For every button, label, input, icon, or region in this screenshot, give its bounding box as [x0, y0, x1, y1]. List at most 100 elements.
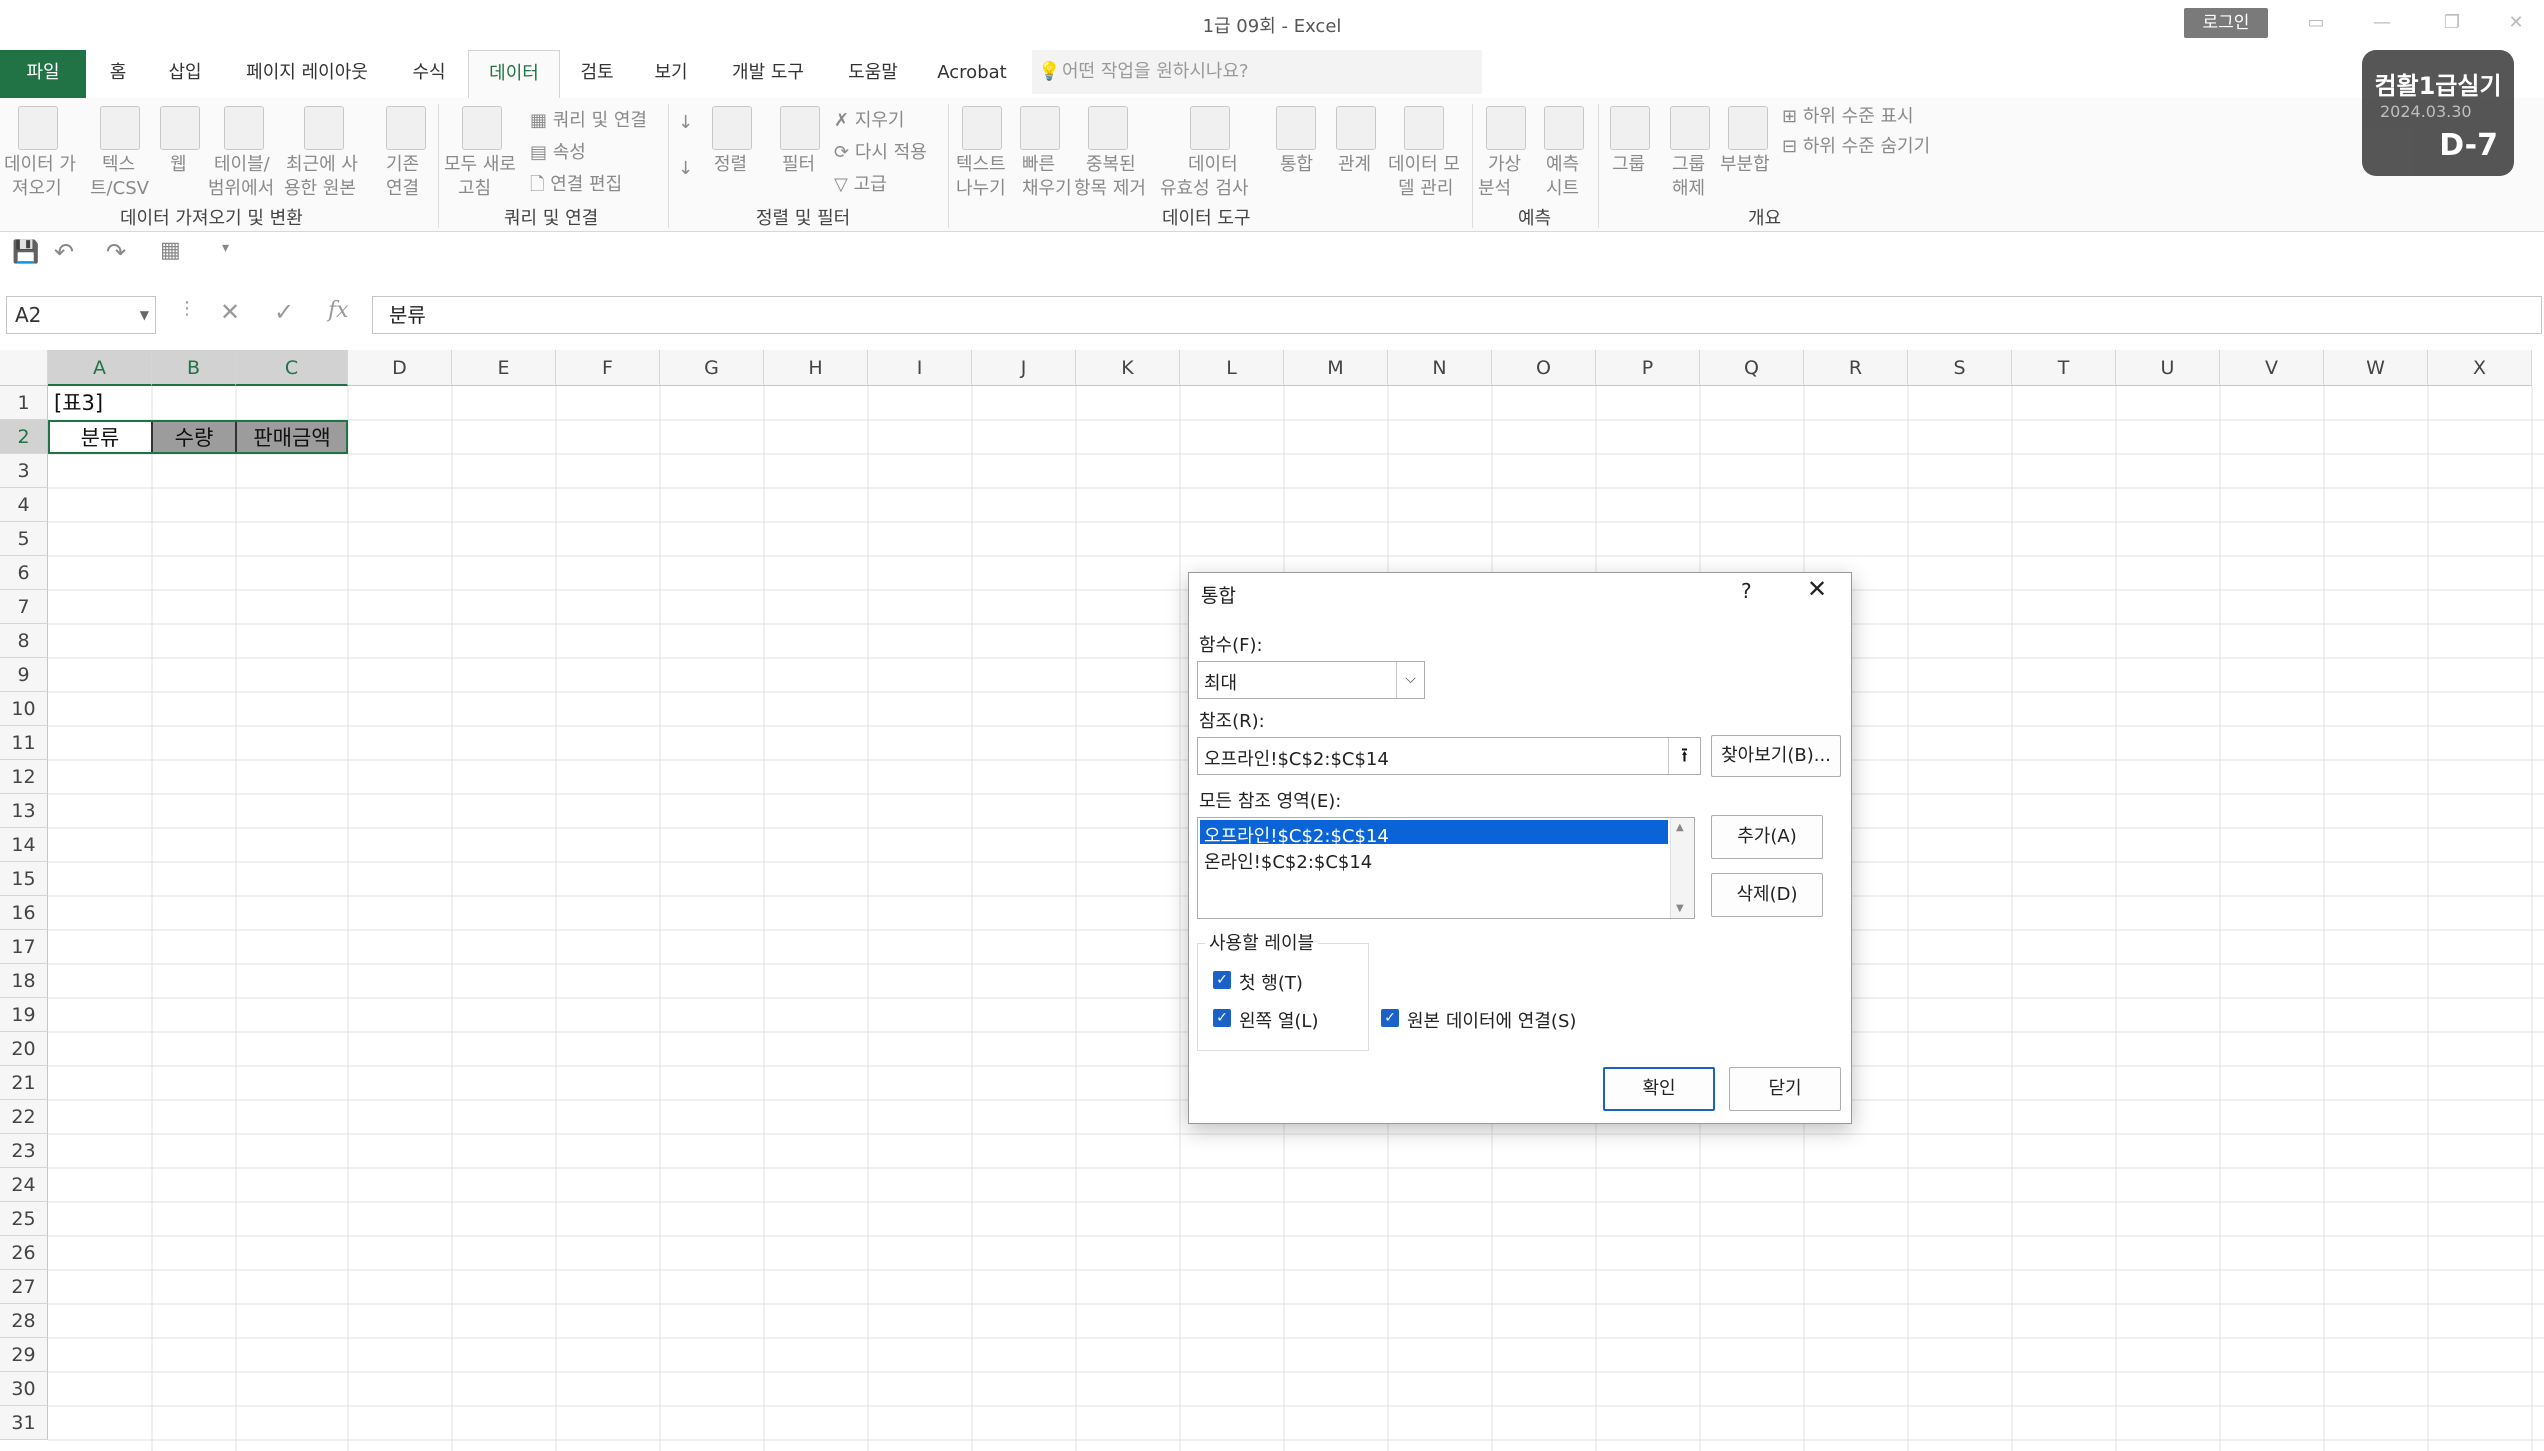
- row-header-14[interactable]: 14: [0, 828, 48, 862]
- queries-connections-button[interactable]: ▦ 쿼리 및 연결: [530, 106, 647, 132]
- column-header-c[interactable]: C: [236, 350, 348, 386]
- tab-help[interactable]: 도움말: [838, 50, 908, 98]
- column-header-x[interactable]: X: [2428, 350, 2532, 386]
- table-range-icon[interactable]: [224, 106, 264, 150]
- text-csv-label1[interactable]: 텍스: [102, 152, 135, 177]
- reference-input[interactable]: 오프라인!$C$2:$C$14 ⭱: [1197, 737, 1701, 775]
- text-csv-label2[interactable]: 트/CSV: [90, 176, 149, 201]
- chevron-down-icon[interactable]: ⌵: [1396, 662, 1424, 698]
- subtotal-label[interactable]: 부분합: [1720, 152, 1770, 177]
- column-header-r[interactable]: R: [1804, 350, 1908, 386]
- row-header-5[interactable]: 5: [0, 522, 48, 556]
- ribbon-display-icon[interactable]: ▭: [2296, 8, 2336, 38]
- existing-connections-label1[interactable]: 기존: [386, 152, 419, 177]
- column-header-p[interactable]: P: [1596, 350, 1700, 386]
- row-header-13[interactable]: 13: [0, 794, 48, 828]
- top-row-label[interactable]: 첫 행(T): [1239, 969, 1303, 995]
- row-header-10[interactable]: 10: [0, 692, 48, 726]
- sort-icon[interactable]: [712, 106, 752, 150]
- cancel-icon[interactable]: ✕: [220, 298, 240, 326]
- delete-button[interactable]: 삭제(D): [1711, 873, 1823, 917]
- tell-me-search[interactable]: 💡 어떤 작업을 원하시나요?: [1032, 50, 1482, 94]
- filter-icon[interactable]: [780, 106, 820, 150]
- data-validation-icon[interactable]: [1190, 106, 1230, 150]
- references-list[interactable]: 오프라인!$C$2:$C$14 온라인!$C$2:$C$14 ▲ ▼: [1197, 817, 1695, 919]
- get-data-label1[interactable]: 데이터 가: [4, 152, 76, 177]
- tab-data[interactable]: 데이터: [468, 50, 560, 98]
- add-button[interactable]: 추가(A): [1711, 815, 1823, 859]
- row-header-26[interactable]: 26: [0, 1236, 48, 1270]
- column-header-v[interactable]: V: [2220, 350, 2324, 386]
- relationships-icon[interactable]: [1336, 106, 1376, 150]
- link-source-checkbox[interactable]: ✓: [1381, 1009, 1399, 1027]
- function-select[interactable]: 최대 ⌵: [1197, 661, 1425, 699]
- close-window-icon[interactable]: ✕: [2496, 8, 2536, 38]
- clear-button[interactable]: ✗ 지우기: [834, 106, 905, 132]
- ok-button[interactable]: 확인: [1603, 1067, 1715, 1111]
- row-header-8[interactable]: 8: [0, 624, 48, 658]
- tab-developer[interactable]: 개발 도구: [722, 50, 814, 98]
- row-header-6[interactable]: 6: [0, 556, 48, 590]
- column-header-s[interactable]: S: [1908, 350, 2012, 386]
- consolidate-label[interactable]: 통합: [1280, 152, 1313, 177]
- what-if-icon[interactable]: [1486, 106, 1526, 150]
- table-range-label2[interactable]: 범위에서: [208, 176, 274, 201]
- column-header-j[interactable]: J: [972, 350, 1076, 386]
- text-to-columns-icon[interactable]: [962, 106, 1002, 150]
- undo-icon[interactable]: ↶: [54, 238, 74, 266]
- left-column-checkbox[interactable]: ✓: [1213, 1009, 1231, 1027]
- column-header-f[interactable]: F: [556, 350, 660, 386]
- column-header-l[interactable]: L: [1180, 350, 1284, 386]
- sort-az-icon[interactable]: ↓: [678, 112, 693, 133]
- list-item[interactable]: 오프라인!$C$2:$C$14: [1204, 822, 1389, 848]
- column-header-u[interactable]: U: [2116, 350, 2220, 386]
- column-header-a[interactable]: A: [48, 350, 152, 386]
- existing-connections-label2[interactable]: 연결: [386, 176, 419, 201]
- column-header-h[interactable]: H: [764, 350, 868, 386]
- refresh-all-icon[interactable]: [462, 106, 502, 150]
- tab-insert[interactable]: 삽입: [160, 50, 210, 98]
- column-header-d[interactable]: D: [348, 350, 452, 386]
- close-icon[interactable]: ✕: [1807, 575, 1827, 603]
- text-to-columns-label2[interactable]: 나누기: [956, 176, 1006, 201]
- flash-fill-label2[interactable]: 채우기: [1022, 176, 1072, 201]
- redo-icon[interactable]: ↷: [106, 238, 126, 266]
- forecast-sheet-label1[interactable]: 예측: [1546, 152, 1579, 177]
- flash-fill-label1[interactable]: 빠른: [1022, 152, 1055, 177]
- filter-label[interactable]: 필터: [782, 152, 815, 177]
- login-button[interactable]: 로그인: [2184, 8, 2268, 38]
- row-header-7[interactable]: 7: [0, 590, 48, 624]
- help-icon[interactable]: ?: [1741, 579, 1752, 603]
- tab-home[interactable]: 홈: [98, 50, 138, 98]
- group-icon[interactable]: [1610, 106, 1650, 150]
- refresh-all-label2[interactable]: 고침: [458, 176, 491, 201]
- row-header-21[interactable]: 21: [0, 1066, 48, 1100]
- row-header-28[interactable]: 28: [0, 1304, 48, 1338]
- group-label[interactable]: 그룹: [1612, 152, 1645, 177]
- recent-sources-label2[interactable]: 용한 원본: [284, 176, 356, 201]
- ungroup-icon[interactable]: [1670, 106, 1710, 150]
- cell-a1[interactable]: [표3]: [48, 386, 152, 420]
- row-header-27[interactable]: 27: [0, 1270, 48, 1304]
- row-header-18[interactable]: 18: [0, 964, 48, 998]
- subtotal-icon[interactable]: [1728, 106, 1768, 150]
- row-header-2[interactable]: 2: [0, 420, 48, 454]
- list-item[interactable]: 온라인!$C$2:$C$14: [1204, 848, 1372, 874]
- get-data-icon[interactable]: [18, 106, 58, 150]
- table-range-label1[interactable]: 테이블/: [214, 152, 270, 177]
- scroll-down-icon[interactable]: ▼: [1676, 903, 1684, 914]
- row-header-3[interactable]: 3: [0, 454, 48, 488]
- link-source-label[interactable]: 원본 데이터에 연결(S): [1407, 1007, 1576, 1033]
- flash-fill-icon[interactable]: [1020, 106, 1060, 150]
- column-header-e[interactable]: E: [452, 350, 556, 386]
- browse-button[interactable]: 찾아보기(B)...: [1711, 735, 1841, 777]
- tab-formulas[interactable]: 수식: [404, 50, 454, 98]
- ungroup-label1[interactable]: 그룹: [1672, 152, 1705, 177]
- ungroup-label2[interactable]: 해제: [1672, 176, 1705, 201]
- row-header-30[interactable]: 30: [0, 1372, 48, 1406]
- text-to-columns-label1[interactable]: 텍스트: [956, 152, 1006, 177]
- column-header-w[interactable]: W: [2324, 350, 2428, 386]
- relationships-label[interactable]: 관계: [1338, 152, 1371, 177]
- edit-links-button[interactable]: 🗋 연결 편집: [530, 170, 622, 202]
- row-header-24[interactable]: 24: [0, 1168, 48, 1202]
